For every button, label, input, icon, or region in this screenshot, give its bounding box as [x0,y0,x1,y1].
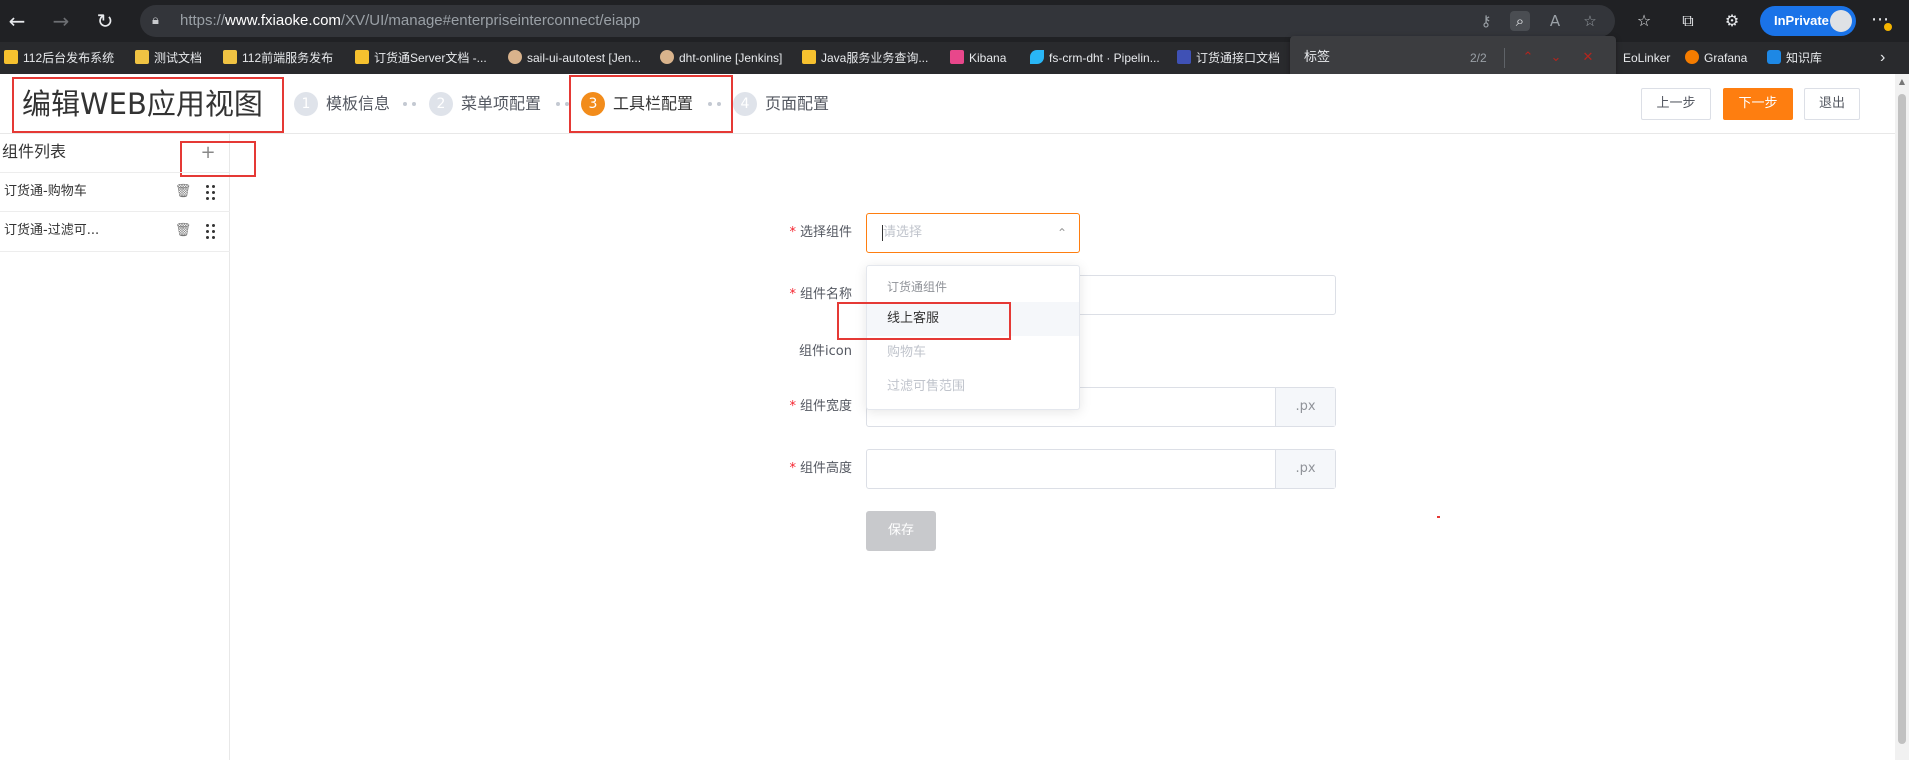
read-aloud-icon[interactable]: A [1545,11,1565,31]
step-page-config[interactable]: 4 页面配置 [733,91,829,117]
step-connector [556,102,570,106]
favorites-icon[interactable]: ☆ [1632,9,1656,33]
find-previous-icon[interactable]: ⌃ [1518,48,1538,68]
address-bar[interactable]: 🔒︎ https://www.fxiaoke.com/XV/UI/manage#… [140,5,1615,37]
find-in-page-icon[interactable]: ⌕ [1510,11,1530,31]
bookmark-item[interactable]: Kibana [950,42,1006,74]
next-step-button[interactable]: 下一步 [1723,88,1793,120]
dropdown-option-filter-range: 过滤可售范围 [887,379,966,394]
component-height-label: * 组件高度 [789,461,852,476]
bookmarks-bar: 112后台发布系统 测试文档 112前端服务发布 订货通Server文档 -..… [0,42,1909,74]
avatar [1830,10,1852,32]
list-item[interactable]: 订货通-过滤可... 🗑︎ [0,212,230,252]
scroll-up-icon[interactable]: ▲ [1898,78,1906,86]
kibana-icon [950,50,964,64]
bookmark-icon [355,50,369,64]
favorite-add-icon[interactable]: ☆ [1580,11,1600,31]
step-menu-config[interactable]: 2 菜单项配置 [429,91,541,117]
component-height-input[interactable]: .px [866,449,1336,489]
list-item-label: 订货通-购物车 [4,184,87,199]
component-width-label: * 组件宽度 [789,399,852,414]
bookmarks-overflow-icon[interactable]: › [1880,42,1885,74]
trash-icon[interactable]: 🗑︎ [174,183,192,201]
chevron-up-icon: ⌃ [1056,226,1067,240]
pipeline-icon [1030,50,1044,64]
back-icon[interactable]: ← [4,8,30,34]
component-icon-label: 组件icon [799,344,852,359]
bookmark-icon [4,50,18,64]
page-scrollbar[interactable]: ▲ [1895,74,1909,760]
component-list-sidebar: 组件列表 + 订货通-购物车 🗑︎ 订货通-过滤可... 🗑︎ [0,134,256,760]
list-item-label: 订货通-过滤可... [4,223,100,238]
bookmark-icon [802,50,816,64]
unit-suffix: .px [1275,450,1335,488]
bookmark-item[interactable]: Java服务业务查询... [802,42,928,74]
doc-icon [1177,50,1191,64]
trash-icon[interactable]: 🗑︎ [174,222,192,240]
collections-icon[interactable]: ⧉ [1676,9,1700,33]
dropdown-option-cart: 购物车 [887,345,927,360]
notification-dot [1884,23,1892,31]
component-select[interactable]: 请选择 ⌃ [866,213,1080,253]
unit-suffix: .px [1275,388,1335,426]
save-button[interactable]: 保存 [866,511,936,551]
exit-button[interactable]: 退出 [1804,88,1860,120]
drag-handle-icon[interactable] [204,221,218,241]
scrollbar-thumb[interactable] [1898,94,1906,744]
grafana-icon [1685,50,1699,64]
jenkins-icon [508,50,522,64]
bookmark-item[interactable]: sail-ui-autotest [Jen... [508,42,641,74]
forward-icon[interactable]: → [48,8,74,34]
annotation-box [837,302,1011,340]
list-item[interactable]: 订货通-购物车 🗑︎ [0,172,230,212]
step-template-info[interactable]: 1 模板信息 [294,91,390,117]
folder-icon [223,50,237,64]
bookmark-item[interactable]: 测试文档 [135,42,202,74]
page: 编辑WEB应用视图 1 模板信息 2 菜单项配置 3 工具栏配置 4 页面配置 上一步 … [0,74,1895,760]
component-select-label: * 选择组件 [789,225,852,240]
divider [1504,48,1505,68]
find-next-icon[interactable]: ⌄ [1546,48,1566,68]
component-name-label: * 组件名称 [789,287,852,302]
lock-icon: 🔒︎ [152,13,159,28]
prev-step-button[interactable]: 上一步 [1641,88,1711,120]
select-placeholder: 请选择 [883,225,923,240]
inprivate-badge[interactable]: InPrivate [1760,6,1856,36]
sidebar-title: 组件列表 [2,142,67,161]
step-connector [708,102,722,106]
step-toolbar-config[interactable]: 3 工具栏配置 [581,91,693,117]
add-component-button[interactable]: + [197,143,219,165]
bookmark-item[interactable]: 订货通Server文档 -... [355,42,487,74]
bookmark-item[interactable]: 订货通接口文档 [1177,42,1280,74]
extensions-icon[interactable]: ⚙ [1720,9,1744,33]
bookmark-item[interactable]: 112前端服务发布 [223,42,333,74]
sidebar-header: 组件列表 + [0,134,256,177]
annotation-mark [1437,516,1440,518]
key-icon[interactable]: ⚷ [1476,11,1496,31]
url-text[interactable]: https://www.fxiaoke.com/XV/UI/manage#ent… [180,5,640,37]
find-close-icon[interactable]: ✕ [1578,48,1598,68]
drag-handle-icon[interactable] [204,182,218,202]
knowledge-icon [1767,50,1781,64]
bookmark-item[interactable]: fs-crm-dht · Pipelin... [1030,42,1160,74]
page-title: 编辑WEB应用视图 [22,87,263,121]
bookmark-item[interactable]: Grafana [1685,42,1747,74]
bookmark-item[interactable]: 知识库 [1767,42,1822,74]
bookmark-item[interactable]: dht-online [Jenkins] [660,42,782,74]
dropdown-group-title: 订货通组件 [887,280,948,294]
folder-icon [135,50,149,64]
refresh-icon[interactable]: ↻ [92,8,118,34]
page-header: 编辑WEB应用视图 1 模板信息 2 菜单项配置 3 工具栏配置 4 页面配置 上一步 … [0,74,1895,134]
bookmark-item[interactable]: 112后台发布系统 [4,42,114,74]
bookmark-item[interactable]: EoLinker [1623,42,1670,74]
jenkins-icon [660,50,674,64]
browser-toolbar: ← → ↻ 🔒︎ https://www.fxiaoke.com/XV/UI/m… [0,0,1909,42]
more-menu-icon[interactable]: ⋯ [1868,9,1892,33]
step-connector [403,102,417,106]
